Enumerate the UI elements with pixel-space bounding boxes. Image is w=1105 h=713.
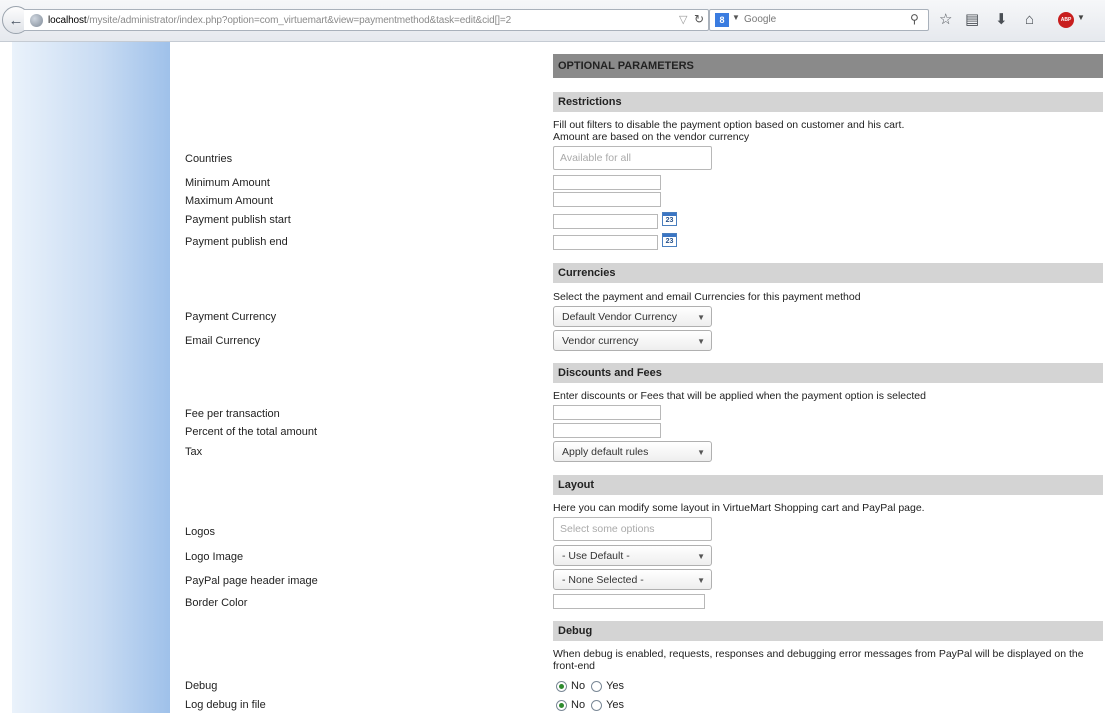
bookmarks-list-icon[interactable]: ▤: [965, 11, 979, 29]
percent-input[interactable]: [553, 423, 661, 438]
adblock-dropdown-icon[interactable]: ▼: [1077, 13, 1085, 22]
left-sidebar: [0, 42, 170, 713]
chevron-down-icon: ▼: [697, 448, 705, 457]
chevron-down-icon: ▼: [697, 313, 705, 322]
min-amount-input[interactable]: [553, 175, 661, 190]
section-header-layout: Layout: [553, 475, 1103, 495]
fee-label: Fee per transaction: [185, 408, 280, 420]
currencies-note: Select the payment and email Currencies …: [553, 291, 861, 303]
log-yes-label: Yes: [606, 699, 625, 711]
payment-currency-label: Payment Currency: [185, 311, 277, 323]
chevron-down-icon: ▼: [697, 576, 705, 585]
log-no-radio[interactable]: [556, 699, 567, 711]
globe-icon: [30, 14, 43, 27]
debug-no-label: No: [571, 680, 586, 692]
debug-yes-radio[interactable]: [591, 680, 603, 692]
debug-radio-group: No Yes: [556, 680, 630, 692]
home-icon[interactable]: ⌂: [1025, 11, 1034, 29]
header-image-select[interactable]: - None Selected - ▼: [553, 569, 712, 590]
url-text: localhost/mysite/administrator/index.php…: [48, 15, 512, 26]
section-header-discounts: Discounts and Fees: [553, 363, 1103, 383]
logo-image-select[interactable]: - Use Default - ▼: [553, 545, 712, 566]
debug-yes-label: Yes: [606, 680, 625, 692]
publish-end-input[interactable]: [553, 235, 658, 250]
magnifier-icon[interactable]: ⚲: [910, 12, 919, 26]
countries-input[interactable]: Available for all: [553, 146, 712, 170]
log-yes-radio[interactable]: [591, 699, 603, 711]
search-bar[interactable]: 8 ▼ Google ⚲: [709, 9, 929, 31]
log-no-label: No: [571, 699, 586, 711]
reload-icon[interactable]: ↻: [694, 12, 704, 26]
browser-toolbar: ← localhost/mysite/administrator/index.p…: [0, 0, 1105, 42]
logo-image-label: Logo Image: [185, 551, 244, 563]
border-color-input[interactable]: [553, 594, 705, 609]
header-image-label: PayPal page header image: [185, 575, 318, 587]
payment-currency-value: Default Vendor Currency: [562, 311, 677, 323]
tax-value: Apply default rules: [562, 446, 649, 458]
logos-label: Logos: [185, 526, 215, 538]
email-currency-label: Email Currency: [185, 335, 261, 347]
publish-end-label: Payment publish end: [185, 236, 288, 248]
max-amount-label: Maximum Amount: [185, 195, 274, 207]
percent-label: Percent of the total amount: [185, 426, 318, 438]
publish-start-input[interactable]: [553, 214, 658, 229]
fee-input[interactable]: [553, 405, 661, 420]
logos-input[interactable]: Select some options: [553, 517, 712, 541]
tax-label: Tax: [185, 446, 203, 458]
layout-note: Here you can modify some layout in Virtu…: [553, 502, 925, 514]
min-amount-label: Minimum Amount: [185, 177, 270, 189]
search-engine-icon[interactable]: 8: [715, 13, 729, 27]
tax-select[interactable]: Apply default rules ▼: [553, 441, 712, 462]
engine-dropdown-icon[interactable]: ▼: [732, 13, 740, 22]
logo-image-value: - Use Default -: [562, 550, 630, 562]
section-header-currencies: Currencies: [553, 263, 1103, 283]
discounts-note: Enter discounts or Fees that will be app…: [553, 390, 926, 402]
section-header-restrictions: Restrictions: [553, 92, 1103, 112]
email-currency-select[interactable]: Vendor currency ▼: [553, 330, 712, 351]
url-dropdown-icon[interactable]: ▽: [679, 13, 687, 26]
adblock-icon[interactable]: ABP: [1058, 12, 1074, 28]
search-input[interactable]: Google: [744, 14, 776, 25]
bookmark-star-icon[interactable]: ☆: [939, 11, 952, 29]
download-icon[interactable]: ⬇: [995, 11, 1008, 29]
border-color-label: Border Color: [185, 597, 248, 609]
debug-note: When debug is enabled, requests, respons…: [553, 648, 1084, 672]
calendar-icon[interactable]: 23: [662, 233, 677, 247]
log-debug-label: Log debug in file: [185, 699, 266, 711]
payment-currency-select[interactable]: Default Vendor Currency ▼: [553, 306, 712, 327]
debug-no-radio[interactable]: [556, 680, 567, 692]
address-bar[interactable]: localhost/mysite/administrator/index.php…: [24, 9, 709, 31]
header-image-value: - None Selected -: [562, 574, 644, 586]
chevron-down-icon: ▼: [697, 337, 705, 346]
section-header-debug: Debug: [553, 621, 1103, 641]
calendar-icon[interactable]: 23: [662, 212, 677, 226]
debug-label: Debug: [185, 680, 218, 692]
max-amount-input[interactable]: [553, 192, 661, 207]
restrictions-note: Fill out filters to disable the payment …: [553, 119, 905, 143]
log-debug-radio-group: No Yes: [556, 699, 630, 711]
section-header-optional: OPTIONAL PARAMETERS: [553, 54, 1103, 78]
publish-start-label: Payment publish start: [185, 214, 291, 226]
chevron-down-icon: ▼: [697, 552, 705, 561]
email-currency-value: Vendor currency: [562, 335, 639, 347]
countries-label: Countries: [185, 153, 233, 165]
